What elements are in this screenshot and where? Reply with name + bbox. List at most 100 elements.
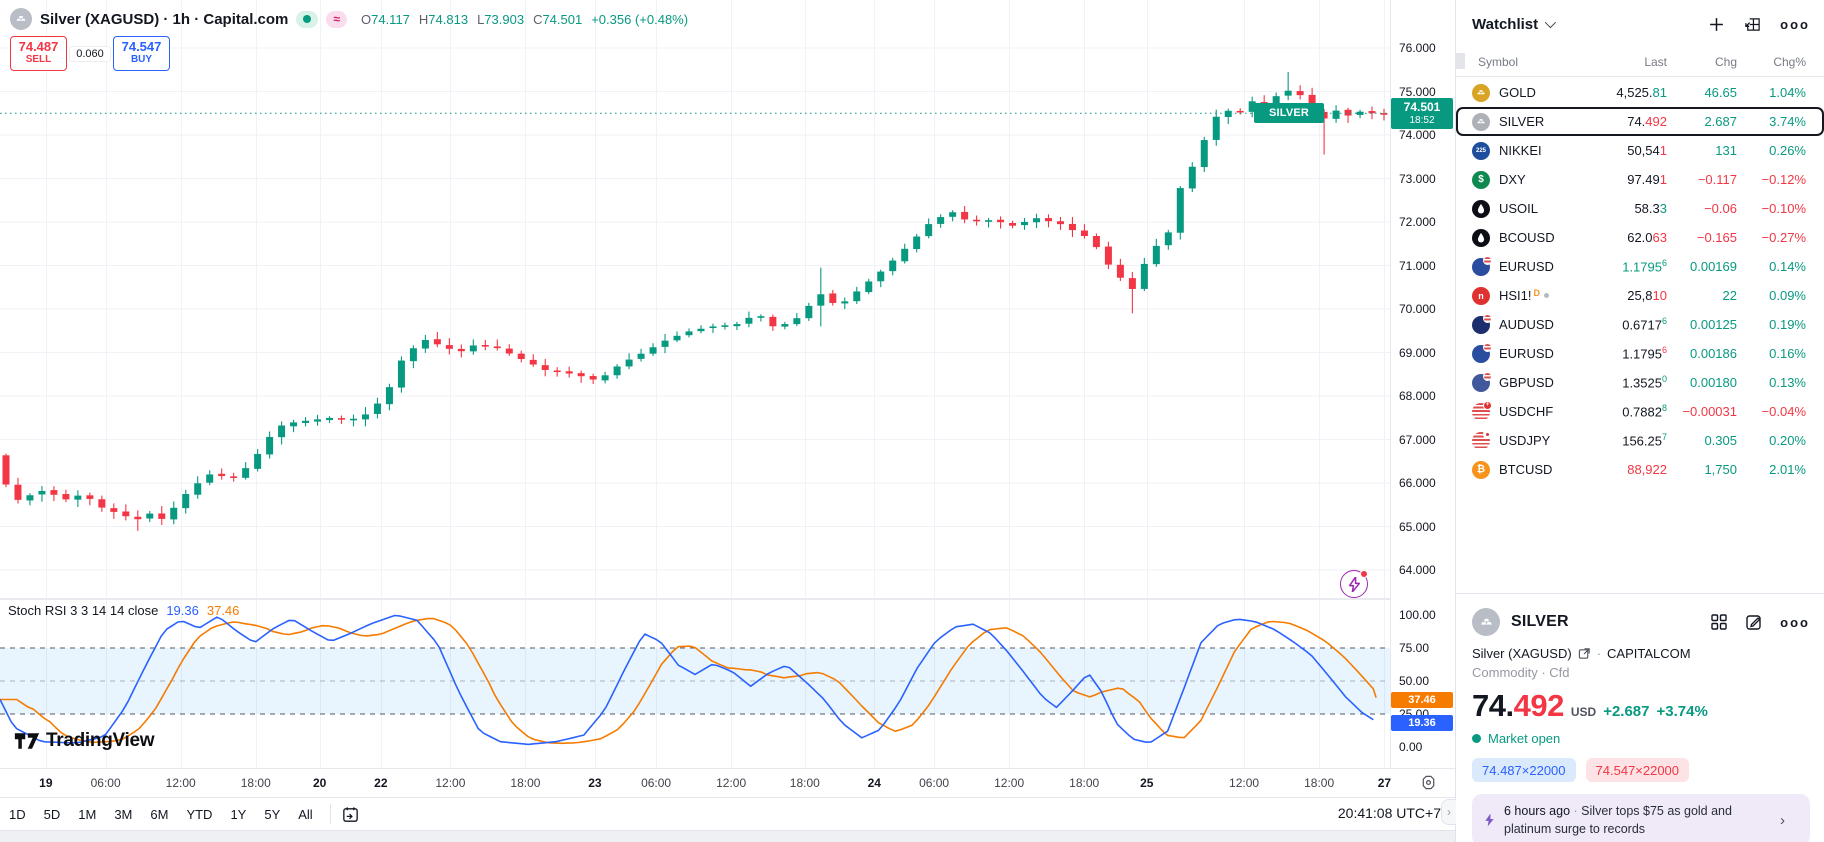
- ask-size-pill[interactable]: 74.547×22000: [1586, 758, 1690, 782]
- watchlist-row-nikkei[interactable]: 225NIKKEI50,5411310.26%: [1456, 136, 1824, 165]
- change-value: −0.165: [1667, 230, 1737, 245]
- indicator-axis-label: 100.00: [1399, 608, 1436, 622]
- bid-ask-widget: 74.487 SELL 0.060 74.547 BUY: [10, 36, 170, 71]
- news-chevron-icon: ›: [1780, 812, 1785, 829]
- external-link-icon[interactable]: [1578, 647, 1591, 660]
- time-axis[interactable]: 1906:0012:0018:00202212:0018:002306:0012…: [0, 768, 1455, 797]
- approx-price-badge[interactable]: ≈: [326, 11, 347, 28]
- layout-grid-button[interactable]: [1710, 613, 1728, 631]
- change-value: 0.00169: [1667, 259, 1737, 274]
- watchlist-row-audusd[interactable]: AUDUSD0.671760.001250.19%: [1456, 310, 1824, 339]
- change-value: −0.06: [1667, 201, 1737, 216]
- exchange-name[interactable]: CAPITALCOM: [1607, 646, 1691, 661]
- watchlist-row-btcusd[interactable]: ₿BTCUSD88,9221,7502.01%: [1456, 455, 1824, 484]
- indicator-axis-label: 50.00: [1399, 674, 1429, 688]
- range-button-5y[interactable]: 5Y: [255, 803, 289, 826]
- last-price: 1.35250: [1579, 374, 1667, 390]
- bid-size-pill[interactable]: 74.487×22000: [1472, 758, 1576, 782]
- watchlist-row-bcousd[interactable]: BCOUSD62.063−0.165−0.27%: [1456, 223, 1824, 252]
- watchlist-title-menu[interactable]: Watchlist: [1472, 16, 1553, 33]
- column-chgp[interactable]: Chg%: [1773, 55, 1806, 69]
- range-button-5d[interactable]: 5D: [35, 803, 70, 826]
- close-value: 74.501: [542, 12, 582, 27]
- last-price-tag: 74.501 18:52: [1391, 98, 1453, 129]
- details-subtitle[interactable]: Silver (XAGUSD): [1472, 646, 1572, 661]
- change-value: 0.00186: [1667, 346, 1737, 361]
- range-button-1d[interactable]: 1D: [0, 803, 35, 826]
- column-last[interactable]: Last: [1644, 55, 1667, 69]
- price-axis-label: 74.000: [1399, 128, 1436, 142]
- column-symbol[interactable]: Symbol: [1478, 55, 1518, 69]
- price-axis-label: 76.000: [1399, 41, 1436, 55]
- details-more-menu[interactable]: ooo: [1780, 615, 1810, 630]
- watchlist-row-eurusd[interactable]: EURUSD1.179560.001860.16%: [1456, 339, 1824, 368]
- range-button-1y[interactable]: 1Y: [221, 803, 255, 826]
- price-axis-label: 69.000: [1399, 346, 1436, 360]
- market-open-dot-badge[interactable]: [296, 11, 318, 28]
- range-button-all[interactable]: All: [289, 803, 321, 826]
- go-to-date-button[interactable]: [341, 805, 360, 824]
- pane-divider[interactable]: [0, 598, 1455, 600]
- watchlist-row-usdjpy[interactable]: USDJPY156.2570.3050.20%: [1456, 426, 1824, 455]
- price-axis-label: 75.000: [1399, 85, 1436, 99]
- range-button-ytd[interactable]: YTD: [177, 803, 221, 826]
- chevron-down-icon: [1545, 17, 1556, 28]
- indicator-axis-label: 75.00: [1399, 641, 1429, 655]
- watchlist-row-gbpusd[interactable]: GBPUSD1.352500.001800.13%: [1456, 368, 1824, 397]
- edit-note-button[interactable]: [1745, 613, 1763, 631]
- watchlist-row-gold[interactable]: GOLD4,525.8146.651.04%: [1456, 78, 1824, 107]
- indicator-legend[interactable]: Stoch RSI 3 3 14 14 close 19.36 37.46: [8, 603, 239, 618]
- watchlist-row-usdchf[interactable]: +USDCHF0.78828−0.00031−0.04%: [1456, 397, 1824, 426]
- time-axis-label: 20: [313, 776, 326, 790]
- change-percent: 3.74%: [1737, 114, 1806, 129]
- column-chg[interactable]: Chg: [1715, 55, 1737, 69]
- usdchf-symbol-icon: +: [1472, 403, 1490, 421]
- time-axis-label: 24: [868, 776, 881, 790]
- change-value: −0.00031: [1667, 404, 1737, 419]
- watchlist-more-menu[interactable]: ooo: [1780, 17, 1810, 32]
- buy-button[interactable]: 74.547 BUY: [113, 36, 170, 71]
- open-list-layout-button[interactable]: [1743, 16, 1762, 33]
- details-symbol-name[interactable]: SILVER: [1511, 613, 1569, 631]
- silver-symbol-icon: [1472, 113, 1490, 131]
- clock[interactable]: 20:41:08 UTC+7: [1338, 805, 1441, 821]
- candlestick-chart[interactable]: [0, 0, 1390, 599]
- time-axis-label: 22: [374, 776, 387, 790]
- range-button-3m[interactable]: 3M: [105, 803, 141, 826]
- sell-button[interactable]: 74.487 SELL: [10, 36, 67, 71]
- change-value: 0.00125: [1667, 317, 1737, 332]
- silver-symbol-icon: [10, 8, 32, 30]
- symbol-name: SILVER: [1499, 114, 1544, 129]
- series-symbol-tag: SILVER: [1254, 103, 1324, 123]
- time-axis-label: 27: [1378, 776, 1391, 790]
- stoch-k-value: 19.36: [166, 603, 199, 618]
- watchlist-row-silver[interactable]: SILVER74.4922.6873.74%: [1456, 107, 1824, 136]
- range-button-1m[interactable]: 1M: [69, 803, 105, 826]
- scale-settings-icon[interactable]: [1420, 774, 1437, 796]
- news-banner[interactable]: 6 hours ago · Silver tops $75 as gold an…: [1472, 794, 1810, 842]
- symbol-title[interactable]: Silver (XAGUSD) · 1h · Capital.com: [40, 11, 288, 28]
- gold-symbol-icon: [1472, 84, 1490, 102]
- time-axis-label: 18:00: [790, 776, 820, 790]
- delayed-data-dot: [1544, 293, 1549, 298]
- watchlist-row-eurusd[interactable]: EURUSD1.179560.001690.14%: [1456, 252, 1824, 281]
- change-value: 0.305: [1667, 433, 1737, 448]
- price-axis-label: 68.000: [1399, 389, 1436, 403]
- panel-collapse-handle[interactable]: ›: [1441, 799, 1456, 825]
- watchlist-row-hsi1[interactable]: nHSI1!D25,810220.09%: [1456, 281, 1824, 310]
- price-axis-label: 70.000: [1399, 302, 1436, 316]
- tradingview-logo[interactable]: TradingView: [14, 730, 154, 752]
- symbol-name: AUDUSD: [1499, 317, 1554, 332]
- time-axis-label: 12:00: [1229, 776, 1259, 790]
- flash-alert-button[interactable]: [1340, 570, 1368, 598]
- last-price: 1.17956: [1579, 258, 1667, 274]
- watchlist-row-dxy[interactable]: $DXY97.491−0.117−0.12%: [1456, 165, 1824, 194]
- stoch-rsi-pane[interactable]: [0, 599, 1390, 768]
- add-symbol-button[interactable]: [1708, 16, 1725, 33]
- symbol-name: USDCHF: [1499, 404, 1553, 419]
- watchlist-row-usoil[interactable]: USOIL58.33−0.06−0.10%: [1456, 194, 1824, 223]
- symbol-name: HSI1!: [1499, 288, 1532, 303]
- price-axis-label: 72.000: [1399, 215, 1436, 229]
- range-button-6m[interactable]: 6M: [141, 803, 177, 826]
- indicator-name: Stoch RSI 3 3 14 14 close: [8, 603, 158, 618]
